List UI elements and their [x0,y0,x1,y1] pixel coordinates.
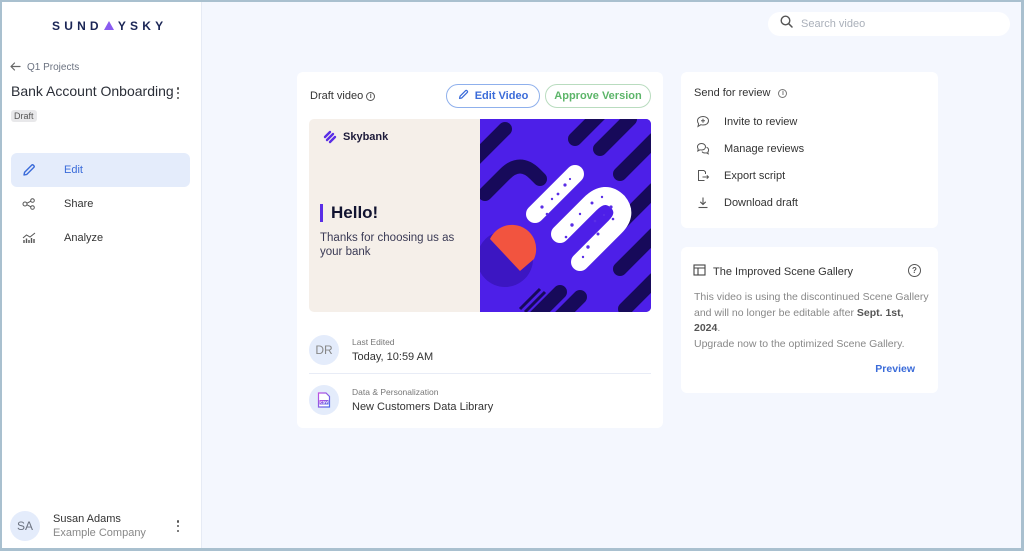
comment-plus-icon [696,115,710,129]
chats-icon [696,142,710,156]
user-name: Susan Adams [53,513,121,525]
pencil-icon [458,89,469,103]
status-badge: Draft [11,110,37,122]
send-for-review-card: Send for review i Invite to review Manag… [681,72,938,228]
download-draft-item[interactable]: Download draft [696,189,804,216]
review-item-label: Export script [724,169,786,182]
data-personalization-row[interactable]: CSV Data & Personalization New Customers… [309,378,651,422]
approve-version-button[interactable]: Approve Version [545,84,651,108]
skybank-logo: Skybank [323,130,388,144]
arrow-left-icon [10,60,21,74]
abstract-graphic [480,119,651,312]
help-icon[interactable]: ? [908,264,921,277]
manage-reviews-item[interactable]: Manage reviews [696,135,804,162]
review-item-label: Download draft [724,196,798,209]
scene-gallery-header: The Improved Scene Gallery [693,264,853,279]
dot [176,524,180,528]
message-punctuation: . [717,322,721,334]
sidebar-item-label: Edit [64,164,83,176]
sidebar-item-label: Analyze [64,232,104,244]
sidebar: SUND YSKY Q1 Projects Bank Account Onboar… [0,0,202,551]
review-item-label: Manage reviews [724,142,805,155]
sidebar-item-edit[interactable]: Edit [11,153,190,187]
divider [309,373,651,374]
info-icon[interactable]: i [366,91,376,101]
sidebar-nav: Edit Share Analyze [11,153,190,255]
logo-text-end: YSKY [117,19,168,33]
preview-link[interactable]: Preview [875,363,915,375]
logo-triangle-icon [103,20,114,30]
last-edited-info: Last Edited Today, 10:59 AM [352,337,433,363]
share-icon [22,196,42,212]
sidebar-item-share[interactable]: Share [11,187,190,221]
search-icon [780,15,793,33]
csv-file-icon: CSV [309,385,339,415]
user-company: Example Company [53,527,146,539]
dot [176,529,180,532]
last-edited-value: Today, 10:59 AM [352,351,434,363]
user-more-menu-button[interactable] [172,518,184,534]
download-icon [696,196,710,210]
search-bar [768,12,1010,36]
layout-icon [693,264,706,279]
invite-to-review-item[interactable]: Invite to review [696,108,804,135]
video-card-header: Draft video i Edit Video Approve Version [310,84,652,108]
send-for-review-header: Send for review i [694,87,788,99]
user-profile[interactable]: SA Susan Adams Example Company [10,510,190,542]
user-info: Susan Adams Example Company [53,513,146,539]
sundaysky-logo[interactable]: SUND YSKY [52,19,167,33]
back-to-projects-link[interactable]: Q1 Projects [10,60,79,74]
sidebar-item-label: Share [64,198,94,210]
edit-video-button[interactable]: Edit Video [446,84,540,108]
review-item-label: Invite to review [724,115,798,128]
skybank-brand-text: Skybank [343,131,389,143]
chart-icon [22,230,42,246]
edit-video-label: Edit Video [474,90,529,102]
svg-text:CSV: CSV [320,401,328,405]
project-title: Bank Account Onboarding [11,83,174,99]
thumbnail-headline: Hello! [320,204,378,222]
data-personalization-label: Data & Personalization [352,387,439,397]
data-library-name: New Customers Data Library [352,401,494,413]
export-icon [696,169,710,183]
scene-gallery-card: The Improved Scene Gallery ? This video … [681,247,938,393]
draft-video-card: Draft video i Edit Video Approve Version… [297,72,663,428]
send-for-review-title: Send for review [694,87,771,99]
scene-gallery-message: This video is using the discontinued Sce… [694,290,929,352]
draft-video-title: Draft video [310,90,364,102]
dot [176,96,180,99]
export-script-item[interactable]: Export script [696,162,804,189]
video-thumbnail[interactable]: Skybank Hello! Thanks for choosing us as… [309,119,651,312]
project-more-menu-button[interactable] [172,85,184,101]
data-personalization-info: Data & Personalization New Customers Dat… [352,387,493,413]
dot [176,520,180,523]
review-actions-list: Invite to review Manage reviews Export s… [696,108,804,216]
last-edited-label: Last Edited [352,337,395,347]
last-edited-row: DR Last Edited Today, 10:59 AM [309,328,651,372]
back-link-label: Q1 Projects [27,61,80,73]
skybank-logo-icon [323,130,337,144]
scene-gallery-title: The Improved Scene Gallery [713,265,854,278]
sidebar-item-analyze[interactable]: Analyze [11,221,190,255]
avatar: SA [10,511,40,541]
upgrade-message: Upgrade now to the optimized Scene Galle… [694,337,905,350]
thumbnail-text-panel: Skybank Hello! Thanks for choosing us as… [309,119,480,312]
editor-avatar: DR [309,335,339,365]
thumbnail-graphic-panel [480,119,651,312]
thumbnail-subtext: Thanks for choosing us as your bank [320,232,455,258]
dot [176,87,180,90]
dot [176,91,180,95]
search-input[interactable] [801,18,1001,30]
info-icon[interactable]: i [778,88,788,98]
logo-text-start: SUND [52,19,103,33]
pencil-icon [22,162,42,178]
